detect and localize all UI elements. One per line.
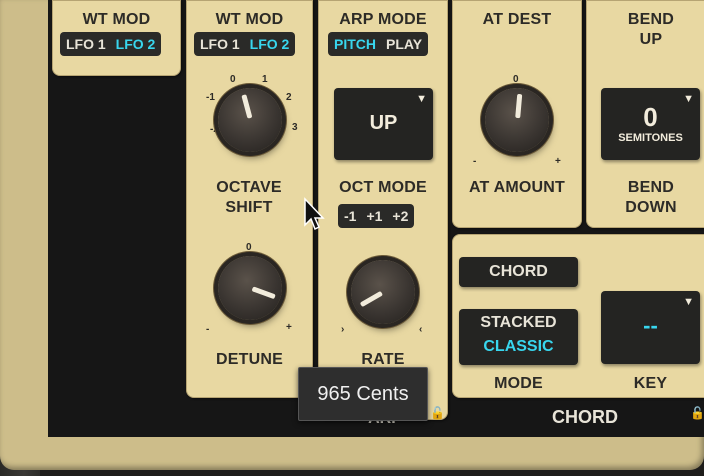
wt-mod-selector-1[interactable]: LFO 1 LFO 2 [60, 32, 162, 56]
detune-knob[interactable]: 0 - + [200, 240, 300, 340]
wt-mod-label-1: WT MOD [82, 11, 151, 28]
tick-label: 0 [513, 74, 519, 85]
chord-section-label: CHORD [552, 407, 618, 427]
wt-mod-1-lfo2[interactable]: LFO 2 [112, 34, 160, 54]
chord-mode-label: MODE [494, 375, 543, 392]
arp-panel: ARP MODE PITCH PLAY UP ▼ OCT MODE -1 +1 … [318, 0, 448, 420]
bend-range-dropdown[interactable]: 0 SEMITONES ▼ [601, 88, 700, 160]
value-tooltip: 965 Cents [298, 367, 428, 421]
bend-value: 0 [643, 102, 658, 132]
lock-icon[interactable]: 🔓 [690, 406, 704, 420]
arp-direction-value: UP [369, 112, 398, 134]
at-amount-label: AT AMOUNT [468, 179, 565, 196]
oct-mode-plus2[interactable]: +2 [388, 206, 412, 226]
arp-mode-label: ARP MODE [339, 11, 427, 28]
oct-mode-minus1[interactable]: -1 [340, 206, 360, 226]
tick-label: 0 [246, 242, 252, 253]
wt-mod-label-2: WT MOD [215, 11, 284, 28]
chord-button[interactable]: CHORD [459, 257, 578, 287]
oct-mode-label: OCT MODE [339, 179, 427, 196]
wt-mod-2-lfo1[interactable]: LFO 1 [196, 34, 244, 54]
mouse-cursor-icon [304, 197, 325, 231]
arp-direction-dropdown[interactable]: UP ▼ [334, 88, 433, 160]
wt-mod-1-lfo1[interactable]: LFO 1 [62, 34, 110, 54]
at-dest-label: AT DEST [482, 11, 552, 28]
wt-mod-selector-2[interactable]: LFO 1 LFO 2 [194, 32, 296, 56]
oct-mode-selector[interactable]: -1 +1 +2 [338, 204, 415, 228]
knob-body[interactable] [351, 260, 415, 324]
at-amount-knob[interactable]: 0 - + [467, 72, 567, 172]
key-label: KEY [633, 375, 668, 392]
tick-mark: › [341, 324, 345, 335]
tick-label: 0 [230, 74, 236, 85]
chord-mode-classic[interactable]: CLASSIC [461, 335, 576, 359]
chevron-down-icon: ▼ [683, 296, 694, 308]
tick-label: - [206, 324, 210, 335]
chord-mode-stacked[interactable]: STACKED [461, 311, 576, 335]
tick-label: 1 [262, 74, 268, 85]
wt-mod-panel-1: WT MOD LFO 1 LFO 2 [52, 0, 181, 76]
bend-down-label: BEND DOWN [625, 179, 677, 216]
tick-label: - [473, 156, 477, 167]
chord-panel: CHORD STACKED CLASSIC MODE -- ▼ KEY [452, 234, 704, 398]
bend-unit: SEMITONES [618, 132, 683, 144]
tick-label: + [286, 322, 292, 333]
arp-mode-selector[interactable]: PITCH PLAY [328, 32, 429, 56]
knob-body[interactable] [218, 256, 282, 320]
rate-knob[interactable]: › ‹ [333, 244, 433, 344]
key-dropdown[interactable]: -- ▼ [601, 291, 700, 364]
tick-label: -1 [206, 92, 215, 103]
lock-icon[interactable]: 🔓 [430, 406, 445, 420]
oct-mode-plus1[interactable]: +1 [362, 206, 386, 226]
knob-body[interactable] [485, 88, 549, 152]
arp-mode-pitch[interactable]: PITCH [330, 34, 380, 54]
tick-label: 2 [286, 92, 292, 103]
tick-mark: ‹ [419, 324, 423, 335]
arp-mode-play[interactable]: PLAY [382, 34, 426, 54]
octave-shift-label: OCTAVE SHIFT [216, 179, 282, 216]
chevron-down-icon: ▼ [683, 93, 694, 105]
chevron-down-icon: ▼ [416, 93, 427, 105]
aftertouch-panel: AT DEST 0 - + AT AMOUNT [452, 0, 582, 228]
oscillator-panel: WT MOD LFO 1 LFO 2 -2 -1 0 1 2 3 OCTAVE … [186, 0, 313, 398]
chord-button-label: CHORD [489, 263, 548, 280]
detune-label: DETUNE [216, 351, 283, 368]
bend-up-label: BEND UP [627, 11, 675, 48]
tick-label: 3 [292, 122, 298, 133]
chord-mode-selector[interactable]: STACKED CLASSIC [459, 309, 578, 365]
octave-shift-knob[interactable]: -2 -1 0 1 2 3 [200, 72, 300, 172]
tick-label: + [555, 156, 561, 167]
bend-panel: BEND UP 0 SEMITONES ▼ BEND DOWN [586, 0, 704, 228]
wt-mod-2-lfo2[interactable]: LFO 2 [246, 34, 294, 54]
knob-body[interactable] [218, 88, 282, 152]
key-value: -- [643, 313, 658, 338]
